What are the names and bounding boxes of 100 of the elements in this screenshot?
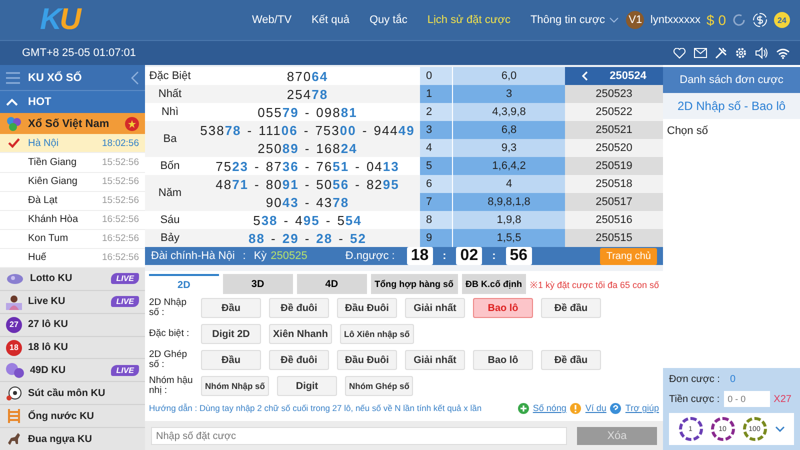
game-item[interactable]: 27 27 lô KU xyxy=(0,314,145,337)
mail-icon[interactable] xyxy=(694,48,707,58)
table-cell: 8,9,8,1,8 xyxy=(452,193,565,211)
nav-link[interactable]: Thông tin cược xyxy=(530,14,619,26)
colon: : xyxy=(492,250,496,262)
bet-type-button[interactable]: Đề đuôi xyxy=(269,350,329,370)
ladder-icon xyxy=(6,408,22,424)
table-cell: 2 xyxy=(420,103,452,121)
game-item[interactable]: 49D KU LIVE xyxy=(0,359,145,382)
number-input[interactable]: Nhập số đặt cược xyxy=(151,427,567,445)
panel-title: Danh sách đơn cược xyxy=(663,67,800,93)
colon: : xyxy=(442,250,446,262)
sidebar-title: KU XỔ SỐ xyxy=(28,72,83,84)
nav-link[interactable]: Lịch sử đặt cược xyxy=(427,14,510,26)
level-badge: V1 xyxy=(626,11,644,29)
ball-icon: 18 xyxy=(6,340,22,356)
amount-input[interactable]: 0 - 0 xyxy=(724,391,770,407)
bet-type-button[interactable]: Giải nhất xyxy=(405,298,465,318)
prize-label: Sáu xyxy=(159,214,181,226)
support-badge[interactable]: 24 xyxy=(774,12,790,28)
bet-type-button[interactable]: Bao lô xyxy=(473,350,533,370)
prize-label: Nhì xyxy=(160,106,180,118)
draw-period[interactable]: 250516 xyxy=(565,211,663,229)
draw-period[interactable]: 250521 xyxy=(565,121,663,139)
bet-type-button[interactable]: Xiên Nhanh xyxy=(269,324,332,344)
tab[interactable]: 4D xyxy=(296,274,367,294)
nav-link[interactable]: Kết quả xyxy=(312,14,350,26)
game-item[interactable]: Lotto KU LIVE xyxy=(0,268,145,291)
draw-period[interactable]: 250515 xyxy=(565,229,663,247)
row-label: 2D Ghép số : xyxy=(149,350,188,370)
prize-numbers: 7523 - 8736 - 7651 - 0413 xyxy=(216,158,400,175)
tab[interactable]: ĐB K.cố định xyxy=(462,274,526,294)
guide-text: Hướng dẫn : Dùng tay nhập 2 chữ số cuối trong 27 lô, nếu số về N lần tính kết quả x lần xyxy=(149,403,483,413)
table-cell: 8 xyxy=(420,211,452,229)
chevron-down-icon[interactable] xyxy=(774,426,784,432)
bet-type-button[interactable]: Giải nhất xyxy=(405,350,465,370)
bet-type-button[interactable]: Đề đầu xyxy=(541,298,601,318)
balance: $ 0 xyxy=(706,12,726,28)
prize-label: Bốn xyxy=(159,160,181,172)
settings-icon[interactable] xyxy=(735,47,747,59)
game-item[interactable]: Sút cầu môn KU xyxy=(0,382,145,406)
bet-type-button[interactable]: Nhóm Ghép số xyxy=(344,376,414,396)
bet-type-button[interactable]: Đầu xyxy=(201,298,261,318)
nav-link[interactable]: Quy tắc xyxy=(369,14,408,26)
amount-label: Tiền cược : xyxy=(669,394,720,404)
draw-period[interactable]: 250519 xyxy=(565,157,663,175)
tab[interactable]: 3D xyxy=(222,274,293,294)
lottery-item[interactable]: Đà Lạt 15:52:56 xyxy=(0,192,145,211)
prize-numbers: 9043 - 4378 xyxy=(266,194,350,211)
help-link[interactable]: Số nóng xyxy=(532,403,566,413)
help-link[interactable]: Trợ giúp xyxy=(625,403,659,413)
station-label: Đài chính-Hà Nội xyxy=(151,250,235,262)
bet-type-button[interactable]: Đầu xyxy=(201,350,261,370)
period-label: Kỳ xyxy=(254,250,267,262)
lottery-item[interactable]: Kiên Giang 15:52:56 xyxy=(0,172,145,192)
speaker-icon[interactable] xyxy=(755,47,768,59)
lottery-group[interactable]: Xổ Số Việt Nam xyxy=(0,112,145,134)
wifi-icon[interactable] xyxy=(776,48,790,58)
flag-icon xyxy=(125,116,139,131)
lottery-item[interactable]: Tiền Giang 15:52:56 xyxy=(0,153,145,173)
lottery-item[interactable]: Huế 16:52:56 xyxy=(0,248,145,268)
game-item[interactable]: 18 18 lô KU xyxy=(0,336,145,360)
bet-type-button[interactable]: Đề đầu xyxy=(541,350,601,370)
bet-type-button[interactable]: Đầu Đuôi xyxy=(337,298,397,318)
draw-period[interactable]: 250524 xyxy=(565,67,663,85)
bet-type-button[interactable]: Đầu Đuôi xyxy=(337,350,397,370)
table-cell: 1,6,4,2 xyxy=(452,157,565,175)
bet-type-button[interactable]: Lô Xiên nhập số xyxy=(340,324,414,344)
game-item[interactable]: Live KU LIVE xyxy=(0,290,145,314)
tab[interactable]: Tổng hợp hàng số xyxy=(370,274,458,294)
bet-type-button[interactable]: Đề đuôi xyxy=(269,298,329,318)
draw-period[interactable]: 250517 xyxy=(565,193,663,211)
table-cell: 4,3,9,8 xyxy=(452,103,565,121)
chevron-down-icon xyxy=(608,17,619,23)
prize-label: Đặc Biệt xyxy=(148,70,192,82)
bet-type-button[interactable]: Nhóm Nhập số xyxy=(201,376,269,396)
countdown-digits: 18 xyxy=(406,247,433,265)
bet-type-button[interactable]: Digit xyxy=(276,376,337,396)
nav-link[interactable]: Web/TV xyxy=(252,14,292,26)
help-link[interactable]: Ví dụ xyxy=(585,403,606,413)
lottery-item[interactable]: Hà Nội 18:02:56 xyxy=(0,134,145,154)
tools-icon[interactable] xyxy=(715,47,727,59)
prize-numbers: 538 - 495 - 554 xyxy=(253,212,362,229)
draw-period[interactable]: 250523 xyxy=(565,85,663,103)
dollar-exchange-icon[interactable] xyxy=(752,12,768,28)
draw-period[interactable]: 250518 xyxy=(565,175,663,193)
prize-label: Năm xyxy=(157,187,183,199)
prize-numbers: 88 - 29 - 28 - 52 xyxy=(248,230,366,247)
lottery-item[interactable]: Kon Tum 16:52:56 xyxy=(0,230,145,249)
draw-period[interactable]: 250520 xyxy=(565,139,663,157)
balls-icon xyxy=(6,362,24,378)
lottery-item[interactable]: Khánh Hòa 16:52:56 xyxy=(0,210,145,230)
bet-type-button[interactable]: Digit 2D xyxy=(201,324,261,344)
draw-period[interactable]: 250522 xyxy=(565,103,663,121)
table-cell: 1,9,8 xyxy=(452,211,565,229)
back-icon[interactable] xyxy=(582,71,588,81)
heart-icon[interactable] xyxy=(673,48,686,58)
game-item[interactable]: Ống nước KU xyxy=(0,405,145,428)
section-header[interactable]: HOT xyxy=(0,90,145,113)
order-count: 0 xyxy=(730,374,736,385)
